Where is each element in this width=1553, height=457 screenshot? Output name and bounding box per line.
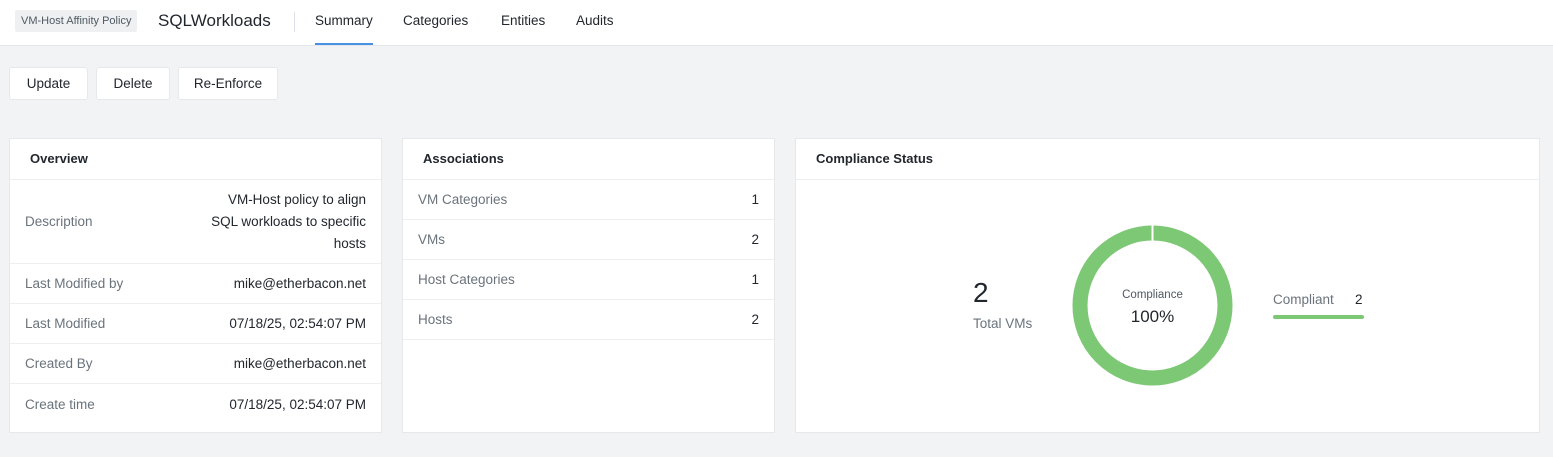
association-row-vms: VMs 2 xyxy=(403,220,774,260)
row-value: mike@etherbacon.net xyxy=(233,356,366,371)
tab-categories[interactable]: Categories xyxy=(403,13,468,28)
overview-row-last-modified: Last Modified 07/18/25, 02:54:07 PM xyxy=(10,304,381,344)
row-label: Last Modified xyxy=(25,316,106,331)
row-label: Last Modified by xyxy=(25,276,124,291)
overview-card: Overview Description VM-Host policy to a… xyxy=(9,138,382,433)
legend-compliant-bar xyxy=(1273,315,1364,319)
donut-center-value: 100% xyxy=(1130,307,1175,326)
top-bar: VM-Host Affinity Policy SQLWorkloads Sum… xyxy=(0,0,1553,46)
row-label: Host Categories xyxy=(418,272,515,287)
row-label: VMs xyxy=(418,232,445,247)
policy-type-badge: VM-Host Affinity Policy xyxy=(15,10,138,32)
row-value: mike@etherbacon.net xyxy=(233,276,366,291)
re-enforce-button[interactable]: Re-Enforce xyxy=(178,67,278,100)
associations-card: Associations VM Categories 1 VMs 2 Host … xyxy=(402,138,775,433)
associations-title: Associations xyxy=(403,139,774,180)
overview-title: Overview xyxy=(10,139,381,180)
tab-summary[interactable]: Summary xyxy=(315,13,373,45)
legend-compliant-label: Compliant xyxy=(1273,292,1334,307)
delete-button[interactable]: Delete xyxy=(96,67,170,100)
update-button[interactable]: Update xyxy=(9,67,88,100)
compliance-title: Compliance Status xyxy=(796,139,1539,180)
row-label: Create time xyxy=(25,396,95,412)
association-row-host-categories: Host Categories 1 xyxy=(403,260,774,300)
row-label: VM Categories xyxy=(418,192,508,207)
row-label: Description xyxy=(25,214,93,229)
overview-row-description: Description VM-Host policy to align SQL … xyxy=(10,180,381,264)
page-title: SQLWorkloads xyxy=(158,11,271,30)
divider xyxy=(294,12,295,32)
row-label: Hosts xyxy=(418,312,453,327)
row-value: 07/18/25, 02:54:07 PM xyxy=(229,396,366,412)
row-value: 1 xyxy=(751,272,759,287)
row-value: 2 xyxy=(751,232,759,247)
legend-compliant-value: 2 xyxy=(1355,292,1363,307)
compliance-card: Compliance Status 2 Total VMs Compliance… xyxy=(795,138,1540,433)
association-row-vm-categories: VM Categories 1 xyxy=(403,180,774,220)
compliance-donut xyxy=(1072,225,1233,386)
overview-row-last-modified-by: Last Modified by mike@etherbacon.net xyxy=(10,264,381,304)
overview-row-created-by: Created By mike@etherbacon.net xyxy=(10,344,381,384)
total-vms-count: 2 xyxy=(973,277,989,308)
row-label: Created By xyxy=(25,356,93,371)
donut-compliant-arc xyxy=(1072,225,1233,386)
tab-audits[interactable]: Audits xyxy=(576,13,614,28)
row-value: 07/18/25, 02:54:07 PM xyxy=(229,316,366,331)
donut-center-label: Compliance xyxy=(1122,289,1183,301)
row-value: VM-Host policy to align SQL workloads to… xyxy=(211,191,366,251)
row-value: 2 xyxy=(751,312,759,327)
tab-entities[interactable]: Entities xyxy=(501,13,545,28)
row-value: 1 xyxy=(751,192,759,207)
association-row-hosts: Hosts 2 xyxy=(403,300,774,340)
overview-row-create-time: Create time 07/18/25, 02:54:07 PM xyxy=(10,384,381,424)
total-vms-label: Total VMs xyxy=(973,316,1033,331)
